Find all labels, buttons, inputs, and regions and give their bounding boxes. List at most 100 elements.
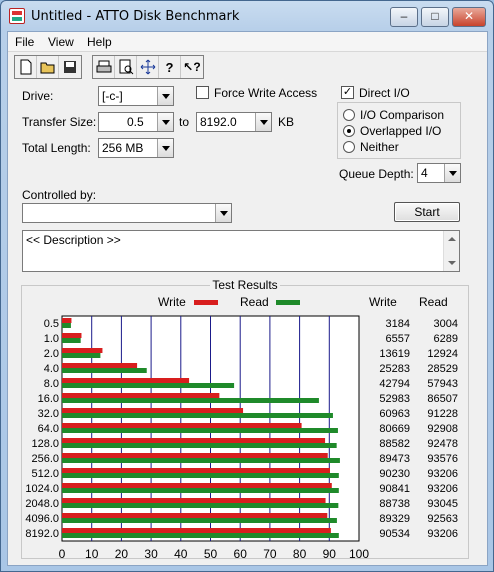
close-button[interactable]: ✕ — [452, 7, 486, 27]
open-icon[interactable] — [37, 56, 59, 78]
write-bar — [62, 528, 331, 533]
total-length-value: 256 MB — [102, 141, 144, 155]
minimize-button[interactable]: – — [390, 7, 418, 27]
app-window: Untitled - ATTO Disk Benchmark – □ ✕ Fil… — [0, 0, 494, 572]
row-size-label: 32.0 — [38, 408, 59, 420]
description-scrollbar[interactable] — [443, 231, 459, 271]
chevron-down-icon[interactable] — [157, 139, 173, 157]
help-icon[interactable]: ? — [159, 56, 181, 78]
description-text: << Description >> — [26, 233, 121, 247]
new-icon[interactable] — [15, 56, 37, 78]
controlled-by-label: Controlled by: — [22, 188, 97, 202]
io-comparison-radio[interactable] — [343, 109, 355, 121]
x-tick-label: 70 — [263, 547, 277, 558]
window-title: Untitled - ATTO Disk Benchmark — [31, 9, 240, 24]
row-size-label: 8192.0 — [25, 528, 59, 540]
to-label: to — [179, 115, 190, 129]
row-size-label: 512.0 — [31, 468, 59, 480]
queue-depth-select[interactable]: 4 — [417, 163, 461, 183]
context-help-icon[interactable]: ↖? — [181, 56, 203, 78]
print-preview-icon[interactable] — [115, 56, 137, 78]
write-value: 25283 — [379, 363, 410, 375]
write-bar — [62, 318, 72, 323]
row-size-label: 128.0 — [31, 438, 59, 450]
neither-radio[interactable] — [343, 141, 355, 153]
read-bar — [62, 443, 337, 448]
row-size-label: 4096.0 — [25, 513, 59, 525]
menu-help[interactable]: Help — [87, 35, 112, 49]
write-bar — [62, 378, 190, 383]
write-bar — [62, 513, 328, 518]
read-value: 93206 — [427, 483, 458, 495]
print-icon[interactable] — [93, 56, 115, 78]
write-value: 90230 — [379, 468, 410, 480]
menu-view[interactable]: View — [48, 35, 74, 49]
chevron-down-icon[interactable] — [444, 164, 460, 182]
description-textarea[interactable]: << Description >> — [22, 230, 460, 272]
toolbar: ? ↖? — [8, 52, 487, 82]
write-bar — [62, 393, 220, 398]
row-size-label: 16.0 — [38, 393, 59, 405]
transfer-from-select[interactable]: 0.5 — [98, 112, 174, 132]
read-bar — [62, 368, 147, 373]
force-write-checkbox[interactable] — [196, 86, 209, 99]
write-value: 88582 — [379, 438, 410, 450]
chevron-down-icon[interactable] — [215, 204, 231, 222]
read-bar — [62, 458, 340, 463]
x-tick-label: 100 — [349, 547, 369, 558]
transfer-from-value: 0.5 — [127, 115, 144, 129]
row-size-label: 64.0 — [38, 423, 59, 435]
read-bar — [62, 428, 338, 433]
chevron-down-icon[interactable] — [157, 87, 173, 105]
write-bar — [62, 498, 326, 503]
overlapped-io-label: Overlapped I/O — [360, 124, 442, 138]
write-value: 6557 — [386, 333, 410, 345]
transfer-to-select[interactable]: 8192.0 — [196, 112, 272, 132]
x-tick-label: 80 — [293, 547, 307, 558]
total-length-label: Total Length: — [22, 141, 91, 155]
write-value: 60963 — [379, 408, 410, 420]
read-value: 28529 — [427, 363, 458, 375]
row-size-label: 0.5 — [44, 318, 59, 330]
controlled-by-select[interactable] — [22, 203, 232, 223]
transfer-to-value: 8192.0 — [200, 115, 237, 129]
force-write-label: Force Write Access — [214, 86, 318, 100]
write-bar — [62, 333, 82, 338]
row-size-label: 8.0 — [44, 378, 59, 390]
title-bar[interactable]: Untitled - ATTO Disk Benchmark – □ ✕ — [1, 1, 493, 31]
row-size-label: 256.0 — [31, 453, 59, 465]
read-value: 92908 — [427, 423, 458, 435]
chevron-down-icon[interactable] — [157, 113, 173, 131]
direct-io-label: Direct I/O — [359, 86, 410, 100]
neither-label: Neither — [360, 140, 399, 154]
menu-file[interactable]: File — [15, 35, 34, 49]
overlapped-io-radio[interactable] — [343, 125, 355, 137]
chevron-down-icon[interactable] — [255, 113, 271, 131]
total-length-select[interactable]: 256 MB — [98, 138, 174, 158]
x-tick-label: 10 — [85, 547, 99, 558]
move-icon[interactable] — [137, 56, 159, 78]
write-bar — [62, 408, 244, 413]
start-button[interactable]: Start — [394, 202, 460, 222]
save-icon[interactable] — [59, 56, 81, 78]
transfer-size-label: Transfer Size: — [22, 115, 97, 129]
read-bar — [62, 413, 333, 418]
read-bar — [62, 353, 101, 358]
read-value: 93576 — [427, 453, 458, 465]
direct-io-checkbox[interactable]: ✓ — [341, 86, 354, 99]
x-tick-label: 90 — [323, 547, 337, 558]
menu-bar: File View Help — [8, 32, 487, 52]
read-bar — [62, 533, 339, 538]
write-value: 89329 — [379, 513, 410, 525]
x-tick-label: 50 — [204, 547, 218, 558]
read-bar — [62, 518, 337, 523]
write-value: 52983 — [379, 393, 410, 405]
read-value: 12924 — [427, 348, 458, 360]
queue-depth-value: 4 — [421, 166, 428, 180]
read-value: 93045 — [427, 498, 458, 510]
row-size-label: 1.0 — [44, 333, 59, 345]
read-bar — [62, 488, 339, 493]
maximize-button[interactable]: □ — [421, 7, 449, 27]
drive-select[interactable]: [-c-] — [98, 86, 174, 106]
read-bar — [62, 473, 339, 478]
